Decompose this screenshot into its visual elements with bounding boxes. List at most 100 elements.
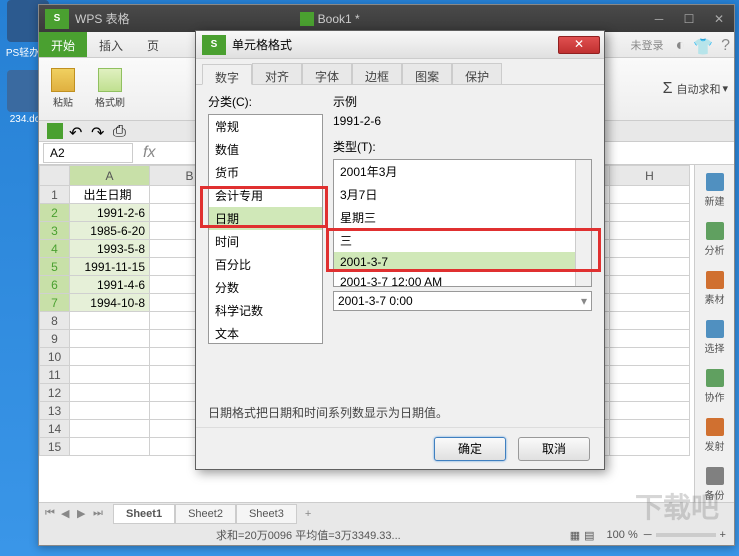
sheet-tab[interactable]: Sheet2 [175,504,236,524]
type-list[interactable]: 2001年3月 3月7日 星期三 三 2001-3-7 2001-3-7 12:… [333,159,592,287]
row-header[interactable]: 15 [40,438,70,456]
autosum-label: 自动求和 [676,81,720,97]
type-item[interactable]: 2001年3月 [334,160,591,183]
ok-button[interactable]: 确定 [434,437,506,461]
dlg-tab-pattern[interactable]: 图案 [402,63,452,84]
close-icon[interactable]: ✕ [704,7,734,31]
category-item[interactable]: 分数 [209,276,322,299]
cell[interactable]: 1985-6-20 [70,222,150,240]
panel-analyze[interactable]: 分析 [705,222,725,257]
category-item[interactable]: 科学记数 [209,299,322,322]
cell[interactable]: 1994-10-8 [70,294,150,312]
row-header[interactable]: 9 [40,330,70,348]
dialog-body: 分类(C): 常规 数值 货币 会计专用 日期 时间 百分比 分数 科学记数 文… [196,85,604,398]
row-header[interactable]: 13 [40,402,70,420]
row-header[interactable]: 12 [40,384,70,402]
collab-icon [706,369,724,387]
redo-icon[interactable]: ↷ [91,123,107,139]
select-all-corner[interactable] [40,166,70,186]
row-header[interactable]: 8 [40,312,70,330]
minimize-icon[interactable]: ─ [644,7,674,31]
type-item[interactable]: 三 [334,229,591,252]
row-header[interactable]: 10 [40,348,70,366]
dlg-tab-number[interactable]: 数字 [202,64,252,85]
cell[interactable]: 1991-11-15 [70,258,150,276]
theme-icon[interactable]: ◐ [672,32,690,57]
sheet-tab[interactable]: Sheet1 [113,504,175,524]
row-header[interactable]: 3 [40,222,70,240]
view-normal-icon[interactable]: ▦ [570,529,580,542]
zoom-level[interactable]: 100 % [607,529,638,541]
category-item[interactable]: 时间 [209,230,322,253]
panel-select[interactable]: 选择 [705,320,725,355]
scrollbar[interactable] [575,160,591,286]
sheet-next-icon[interactable]: ▶ [77,507,91,521]
panel-backup[interactable]: 备份 [705,467,725,502]
type-item[interactable]: 星期三 [334,206,591,229]
category-item[interactable]: 会计专用 [209,184,322,207]
type-combo[interactable]: 2001-3-7 0:00 ▾ [333,291,592,311]
panel-material[interactable]: 素材 [705,271,725,306]
sheet-prev-icon[interactable]: ◀ [61,507,75,521]
zoom-out-icon[interactable]: ─ [644,529,652,541]
sheet-tab[interactable]: Sheet3 [236,504,297,524]
cell[interactable]: 出生日期 [70,186,150,204]
category-item[interactable]: 数值 [209,138,322,161]
type-item-selected[interactable]: 2001-3-7 [334,252,591,272]
ribbon-tab-page[interactable]: 页 [135,32,171,57]
name-box[interactable]: A2 [43,143,133,163]
cancel-button[interactable]: 取消 [518,437,590,461]
ribbon-tab-insert[interactable]: 插入 [87,32,135,57]
login-status[interactable]: 未登录 [623,32,672,57]
col-header-h[interactable]: H [610,166,690,186]
maximize-icon[interactable]: ☐ [674,7,704,31]
dialog-close-button[interactable]: ✕ [558,36,600,54]
cell[interactable]: 1991-4-6 [70,276,150,294]
category-item-date[interactable]: 日期 [209,207,322,230]
type-item[interactable]: 2001-3-7 12:00 AM [334,272,591,292]
row-header[interactable]: 5 [40,258,70,276]
help-icon[interactable]: ? [717,32,734,57]
row-header[interactable]: 2 [40,204,70,222]
col-header-a[interactable]: A [70,166,150,186]
row-header[interactable]: 6 [40,276,70,294]
category-list[interactable]: 常规 数值 货币 会计专用 日期 时间 百分比 分数 科学记数 文本 特殊 自定… [208,114,323,344]
zoom-in-icon[interactable]: + [720,529,726,541]
ribbon-tab-start[interactable]: 开始 [39,32,87,57]
type-item[interactable]: 3月7日 [334,183,591,206]
undo-icon[interactable]: ↶ [69,123,85,139]
add-sheet-icon[interactable]: + [297,508,319,520]
dialog-titlebar[interactable]: S 单元格格式 ✕ [196,31,604,59]
sheet-first-icon[interactable]: ⏮ [45,507,59,521]
row-header[interactable]: 14 [40,420,70,438]
cell[interactable]: 1993-5-8 [70,240,150,258]
row-header[interactable]: 4 [40,240,70,258]
row-header[interactable]: 1 [40,186,70,204]
category-item[interactable]: 常规 [209,115,322,138]
panel-launch[interactable]: 发射 [705,418,725,453]
document-tab[interactable]: Book1 * [300,12,360,26]
dlg-tab-protect[interactable]: 保护 [452,63,502,84]
save-icon[interactable] [47,123,63,139]
autosum-button[interactable]: Σ 自动求和 ▾ [663,80,728,98]
fx-icon[interactable]: fx [137,144,161,162]
panel-new[interactable]: 新建 [705,173,725,208]
cell[interactable]: 1991-2-6 [70,204,150,222]
print-icon[interactable]: ⎙ [113,123,129,139]
row-header[interactable]: 7 [40,294,70,312]
sample-label: 示例 [333,93,592,110]
category-item[interactable]: 文本 [209,322,322,344]
category-item[interactable]: 百分比 [209,253,322,276]
panel-collab[interactable]: 协作 [705,369,725,404]
dlg-tab-font[interactable]: 字体 [302,63,352,84]
dlg-tab-border[interactable]: 边框 [352,63,402,84]
shirt-icon[interactable]: 👕 [689,32,717,57]
category-item[interactable]: 货币 [209,161,322,184]
sheet-last-icon[interactable]: ⏭ [93,507,107,521]
paste-button[interactable]: 粘贴 [45,66,81,111]
dlg-tab-align[interactable]: 对齐 [252,63,302,84]
zoom-slider[interactable] [656,533,716,537]
format-painter-button[interactable]: 格式刷 [89,66,131,111]
view-page-icon[interactable]: ▤ [584,529,594,542]
row-header[interactable]: 11 [40,366,70,384]
